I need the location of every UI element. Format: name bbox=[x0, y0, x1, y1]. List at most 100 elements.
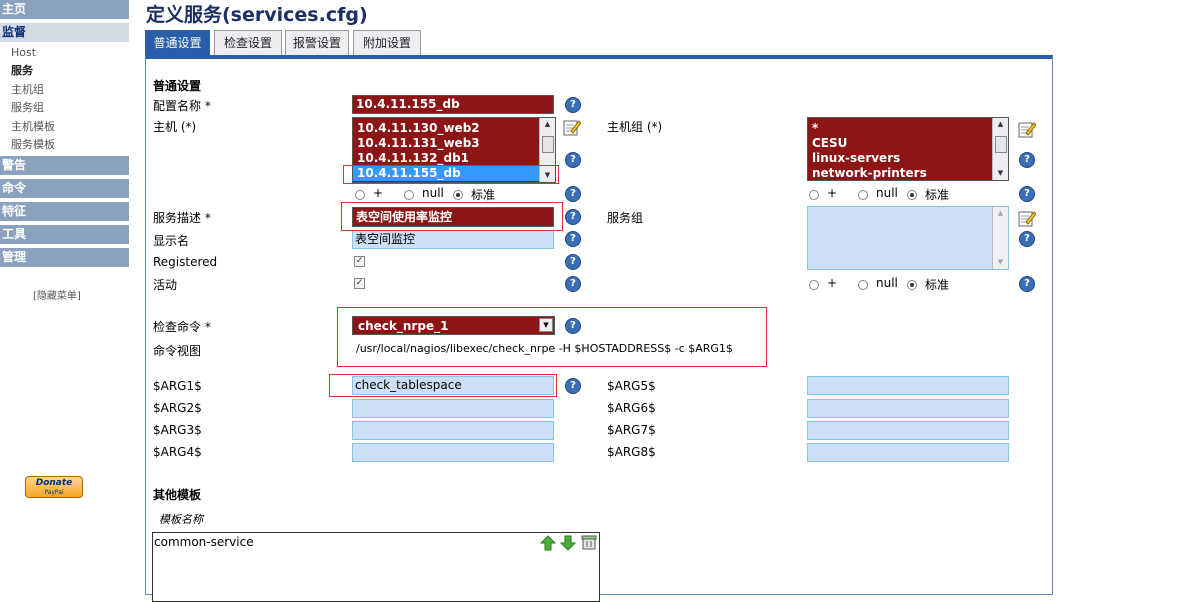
arg2-label: $ARG2$ bbox=[153, 401, 202, 415]
host-radio-plus[interactable] bbox=[355, 190, 365, 200]
nav-monitor[interactable]: 监督 bbox=[0, 23, 129, 42]
registered-label: Registered bbox=[153, 255, 218, 269]
arg4-input[interactable] bbox=[352, 443, 554, 462]
tab-additional[interactable]: 附加设置 bbox=[353, 30, 421, 55]
radio-standard-label: 标准 bbox=[925, 278, 950, 292]
template-item[interactable]: common-service bbox=[154, 535, 254, 549]
nav-home[interactable]: 主页 bbox=[0, 0, 129, 19]
move-up-icon[interactable] bbox=[540, 535, 556, 551]
display-name-label: 显示名 bbox=[153, 234, 190, 248]
help-icon[interactable]: ? bbox=[565, 97, 581, 113]
arg7-input[interactable] bbox=[807, 421, 1009, 440]
arg8-label: $ARG8$ bbox=[607, 445, 656, 459]
section-general-title: 普通设置 bbox=[153, 79, 202, 93]
nav-admin[interactable]: 管理 bbox=[0, 248, 129, 267]
edit-icon[interactable] bbox=[563, 118, 581, 136]
host-radio-standard[interactable] bbox=[453, 190, 463, 200]
scroll-up-icon[interactable]: ▲ bbox=[993, 118, 1008, 131]
tab-alarm[interactable]: 报警设置 bbox=[285, 30, 349, 55]
tab-check[interactable]: 检查设置 bbox=[214, 30, 282, 55]
config-name-input[interactable]: 10.4.11.155_db bbox=[352, 95, 554, 114]
list-item[interactable]: linux-servers bbox=[808, 151, 1008, 166]
nav-sub-hostgroups[interactable]: 主机组 bbox=[11, 82, 44, 97]
arg8-input[interactable] bbox=[807, 443, 1009, 462]
hostgroup-radio-standard[interactable] bbox=[907, 190, 917, 200]
help-icon[interactable]: ? bbox=[565, 152, 581, 168]
template-name-header: 模板名称 bbox=[159, 513, 203, 526]
servicegroup-scrollbar[interactable]: ▲ ▼ bbox=[992, 207, 1008, 269]
edit-icon[interactable] bbox=[1018, 209, 1036, 227]
help-icon[interactable]: ? bbox=[565, 231, 581, 247]
hostgroup-radio-null[interactable] bbox=[858, 190, 868, 200]
nav-sub-host-templates[interactable]: 主机模板 bbox=[11, 119, 55, 134]
scroll-thumb[interactable] bbox=[542, 136, 554, 153]
arg6-input[interactable] bbox=[807, 399, 1009, 418]
help-icon[interactable]: ? bbox=[565, 378, 581, 394]
radio-null-label: null bbox=[422, 186, 444, 200]
radio-plus-label: + bbox=[827, 276, 838, 290]
servicegroup-radio-null[interactable] bbox=[858, 280, 868, 290]
nav-sub-services[interactable]: 服务 bbox=[11, 63, 33, 78]
list-item[interactable]: 10.4.11.131_web3 bbox=[353, 136, 555, 151]
help-icon[interactable]: ? bbox=[1019, 152, 1035, 168]
nav-alerts[interactable]: 警告 bbox=[0, 156, 129, 175]
scroll-up-icon[interactable]: ▲ bbox=[993, 207, 1008, 220]
hostgroup-radio-plus[interactable] bbox=[809, 190, 819, 200]
active-label: 活动 bbox=[153, 278, 178, 292]
scroll-down-icon[interactable]: ▼ bbox=[993, 167, 1008, 180]
help-icon[interactable]: ? bbox=[1019, 276, 1035, 292]
nav-sub-servicegroups[interactable]: 服务组 bbox=[11, 100, 44, 115]
hostgroup-listbox[interactable]: * CESU linux-servers network-printers ▲ … bbox=[807, 117, 1009, 181]
service-desc-label: 服务描述 * bbox=[153, 211, 211, 225]
registered-checkbox[interactable]: ✓ bbox=[354, 256, 365, 267]
help-icon[interactable]: ? bbox=[565, 276, 581, 292]
radio-standard-label: 标准 bbox=[471, 188, 496, 202]
donate-button[interactable]: Donate PayPal bbox=[25, 476, 83, 498]
help-icon[interactable]: ? bbox=[1019, 231, 1035, 247]
scroll-thumb[interactable] bbox=[995, 136, 1007, 153]
nav-specialties[interactable]: 特征 bbox=[0, 202, 129, 221]
radio-null-label: null bbox=[876, 276, 898, 290]
arg5-input[interactable] bbox=[807, 376, 1009, 395]
servicegroup-radio-plus[interactable] bbox=[809, 280, 819, 290]
radio-plus-label: + bbox=[827, 186, 838, 200]
list-item[interactable]: 10.4.11.130_web2 bbox=[353, 121, 555, 136]
servicegroup-listbox[interactable]: ▲ ▼ bbox=[807, 206, 1009, 270]
list-item[interactable]: * bbox=[808, 121, 1008, 136]
nav-tools[interactable]: 工具 bbox=[0, 225, 129, 244]
check-command-label: 检查命令 * bbox=[153, 320, 211, 334]
nav-sub-service-templates[interactable]: 服务模板 bbox=[11, 137, 55, 152]
help-icon[interactable]: ? bbox=[565, 209, 581, 225]
edit-icon[interactable] bbox=[1018, 120, 1036, 138]
hostgroup-scrollbar[interactable]: ▲ ▼ bbox=[992, 118, 1008, 180]
move-down-icon[interactable] bbox=[560, 535, 576, 551]
help-icon[interactable]: ? bbox=[565, 186, 581, 202]
scroll-down-icon[interactable]: ▼ bbox=[993, 256, 1008, 269]
list-item[interactable]: CESU bbox=[808, 136, 1008, 151]
hide-menu-link[interactable]: [隐藏菜单] bbox=[33, 287, 81, 302]
tab-general[interactable]: 普通设置 bbox=[145, 30, 210, 55]
active-checkbox[interactable]: ✓ bbox=[354, 278, 365, 289]
nav-commands[interactable]: 命令 bbox=[0, 179, 129, 198]
highlight-box bbox=[329, 374, 557, 397]
arg2-input[interactable] bbox=[352, 399, 554, 418]
list-item[interactable]: network-printers bbox=[808, 166, 1008, 180]
arg4-label: $ARG4$ bbox=[153, 445, 202, 459]
highlight-box bbox=[343, 165, 559, 184]
delete-icon[interactable] bbox=[581, 534, 597, 550]
help-icon[interactable]: ? bbox=[565, 254, 581, 270]
scroll-up-icon[interactable]: ▲ bbox=[540, 118, 555, 131]
display-name-input[interactable]: 表空间监控 bbox=[352, 230, 554, 249]
radio-null-label: null bbox=[876, 186, 898, 200]
list-item[interactable]: 10.4.11.132_db1 bbox=[353, 151, 555, 166]
arg3-input[interactable] bbox=[352, 421, 554, 440]
page-title: 定义服务(services.cfg) bbox=[146, 4, 368, 26]
host-label: 主机 (*) bbox=[153, 120, 197, 134]
nav-sub-host[interactable]: Host bbox=[11, 45, 36, 60]
host-radio-null[interactable] bbox=[404, 190, 414, 200]
help-icon[interactable]: ? bbox=[1019, 186, 1035, 202]
arg1-label: $ARG1$ bbox=[153, 379, 202, 393]
highlight-box bbox=[337, 307, 767, 367]
servicegroup-radio-standard[interactable] bbox=[907, 280, 917, 290]
radio-standard-label: 标准 bbox=[925, 188, 950, 202]
